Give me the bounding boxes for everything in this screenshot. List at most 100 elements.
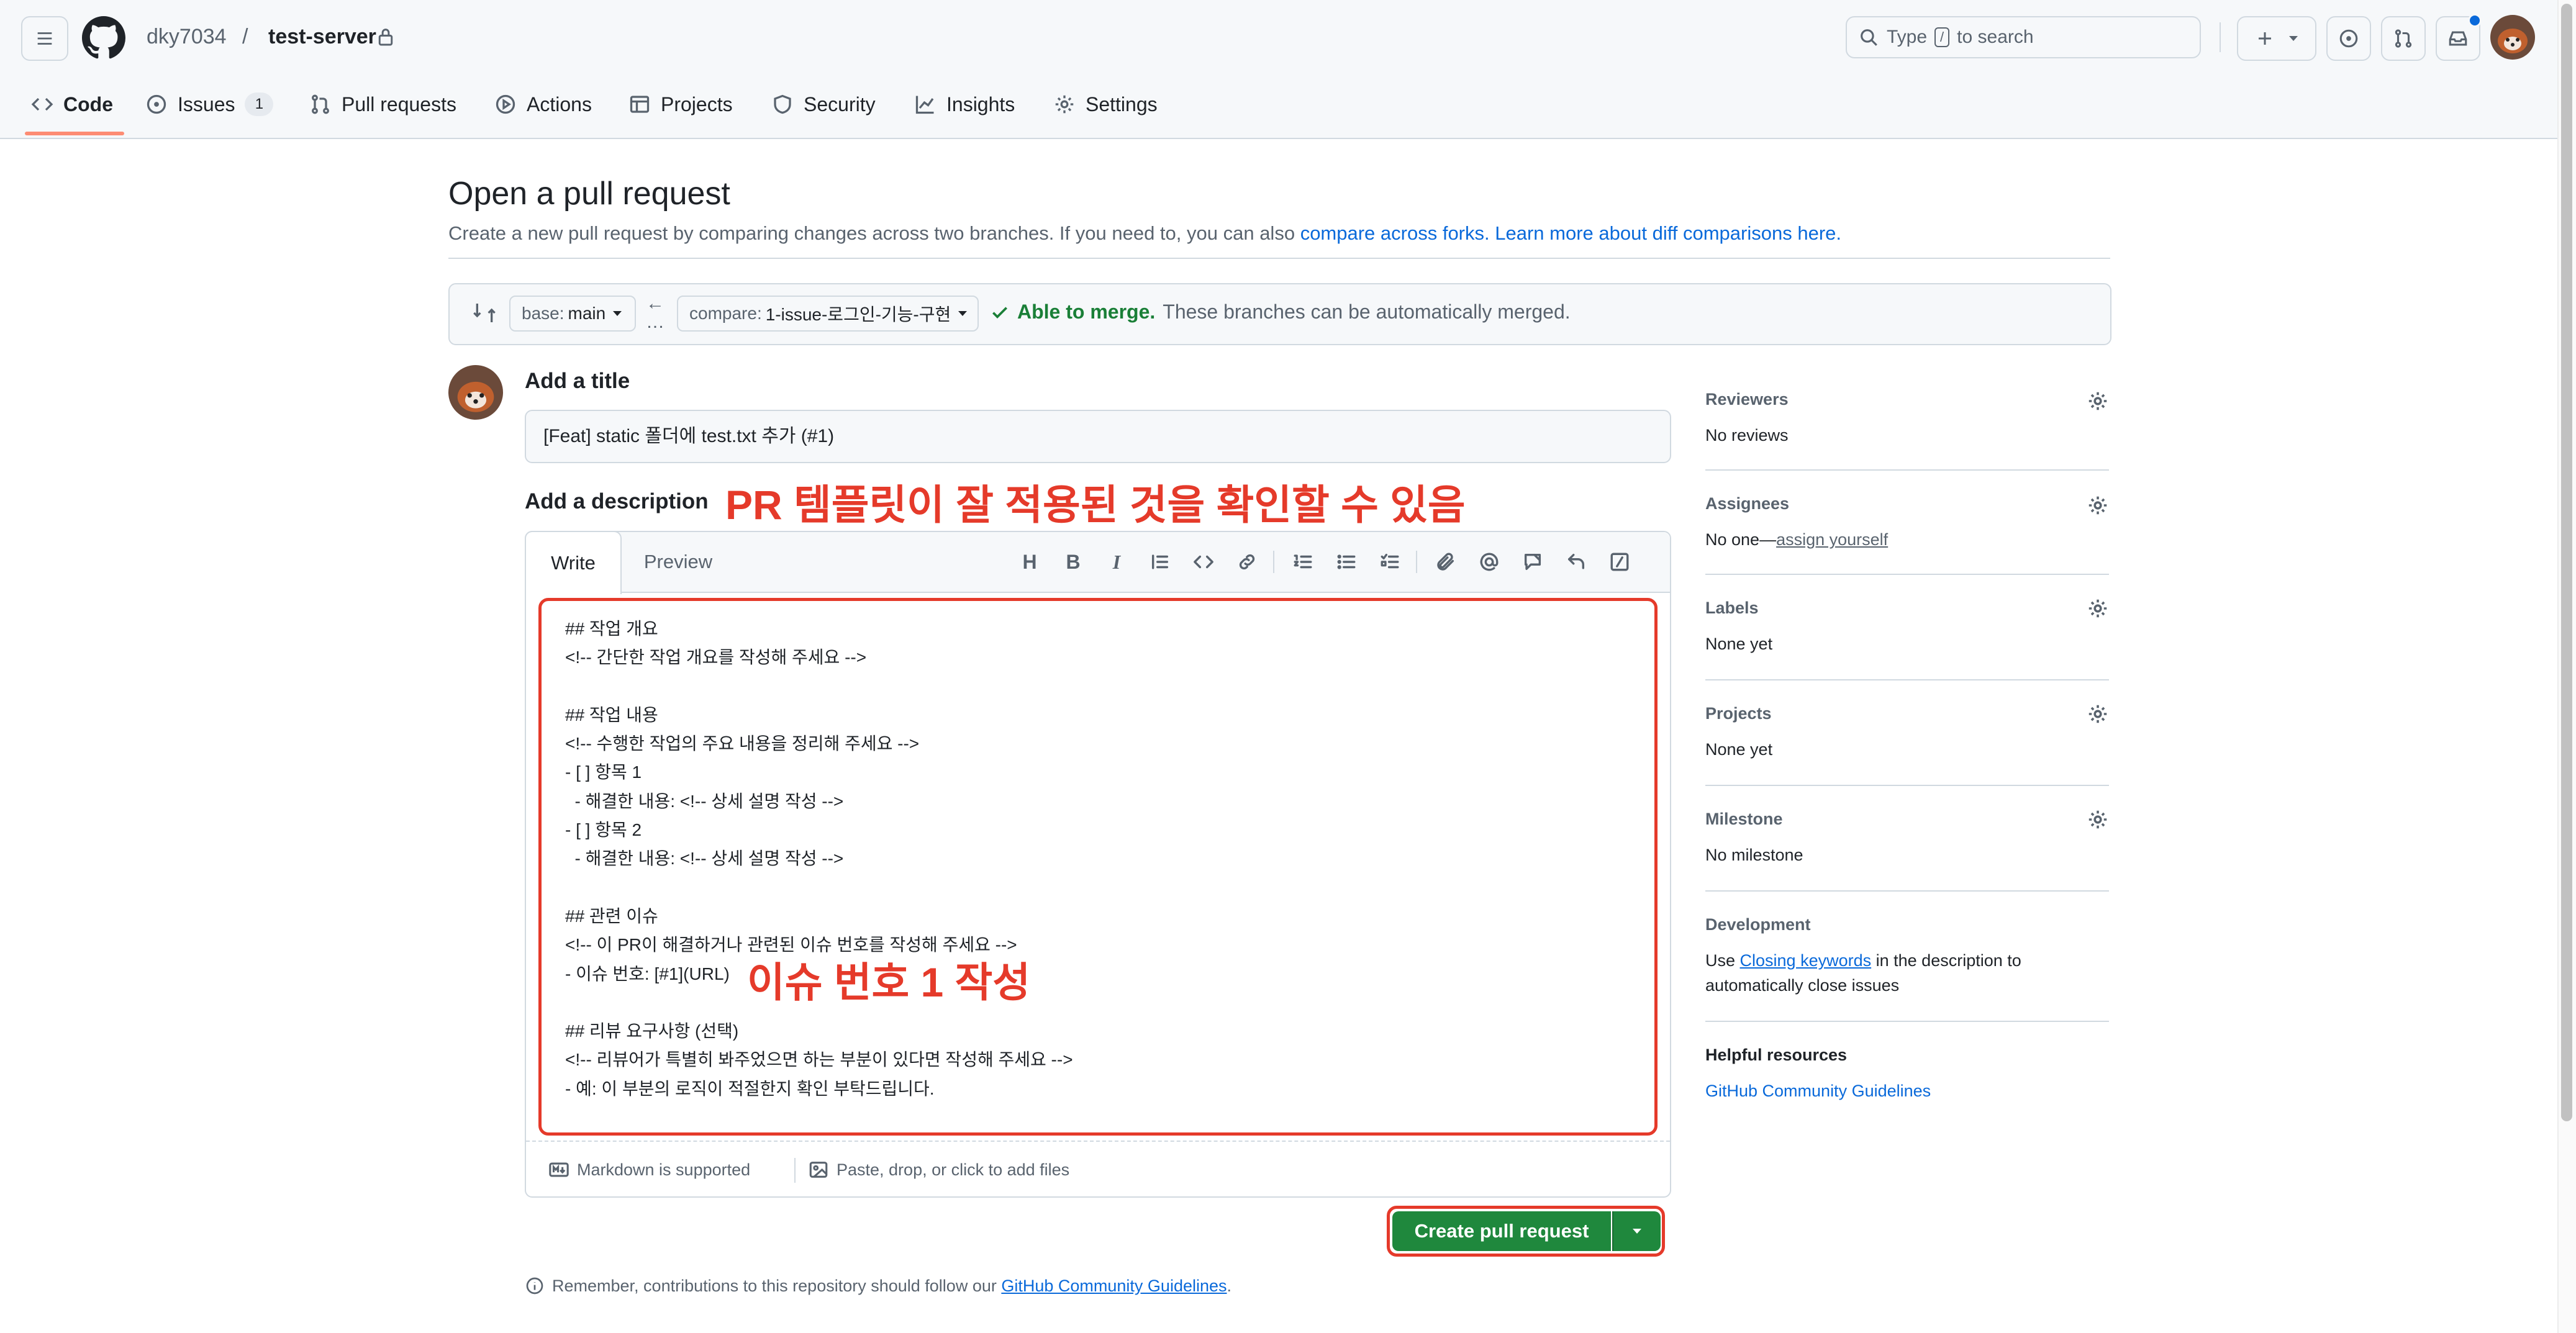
table-icon (630, 96, 650, 113)
pull-request-icon (2395, 29, 2412, 48)
attach-files-area[interactable]: Paste, drop, or click to add files (808, 1159, 1069, 1180)
tab-preview[interactable]: Preview (619, 532, 737, 592)
search-input[interactable]: Type / to search (1846, 16, 2201, 58)
create-new-button[interactable] (2237, 16, 2316, 61)
issues-button[interactable] (2326, 16, 2371, 61)
assignees-heading[interactable]: Assignees (1705, 494, 1789, 513)
issue-icon (147, 94, 166, 114)
user-avatar[interactable] (2490, 15, 2535, 60)
create-pull-request-button[interactable]: Create pull request (1392, 1211, 1611, 1251)
tab-settings[interactable]: Settings (1053, 87, 1158, 122)
reference-button[interactable] (1520, 549, 1545, 574)
code-button[interactable] (1191, 549, 1216, 574)
check-icon (992, 306, 1007, 319)
breadcrumb-separator: / (242, 25, 248, 48)
assignees-gear-button[interactable] (2087, 494, 2109, 517)
reviewers-gear-button[interactable] (2087, 390, 2109, 412)
play-icon (496, 94, 515, 114)
sidebar-divider (1705, 574, 2109, 575)
search-suffix: to search (1957, 27, 2034, 47)
compare-branch-select[interactable]: compare: 1-issue-로그인-기능-구현 (677, 296, 979, 332)
tab-insights[interactable]: Insights (914, 87, 1015, 122)
reminder-suffix: . (1227, 1276, 1232, 1295)
active-tab-underline (25, 132, 124, 135)
projects-value: None yet (1705, 740, 1773, 759)
labels-gear-button[interactable] (2087, 597, 2109, 620)
quote-button[interactable] (1148, 549, 1172, 574)
base-prefix: base: (522, 304, 565, 323)
tab-insights-label: Insights (946, 93, 1015, 115)
chevron-down-icon (613, 311, 622, 316)
compare-bar: base: main ←… compare: 1-issue-로그인-기능-구현… (448, 283, 2111, 345)
assign-yourself-link[interactable]: assign yourself (1776, 530, 1888, 549)
tab-issues[interactable]: Issues 1 (145, 87, 274, 122)
code-icon (31, 97, 53, 111)
tab-projects[interactable]: Projects (628, 87, 733, 122)
sidebar-divider (1705, 679, 2109, 680)
create-pr-dropdown-button[interactable] (1612, 1211, 1661, 1251)
task-list-icon (1381, 553, 1399, 569)
task-list-button[interactable] (1377, 549, 1402, 574)
global-header: dky7034 / test-server Type / to search C… (0, 0, 2576, 139)
tab-actions[interactable]: Actions (494, 87, 592, 122)
milestone-gear-button[interactable] (2087, 808, 2109, 831)
milestone-heading[interactable]: Milestone (1705, 810, 1783, 829)
projects-heading[interactable]: Projects (1705, 704, 1772, 723)
chevron-down-icon (2289, 36, 2298, 41)
reviewers-heading[interactable]: Reviewers (1705, 390, 1789, 409)
breadcrumb-repo[interactable]: test-server (268, 25, 376, 49)
bold-icon: B (1066, 550, 1081, 573)
link-button[interactable] (1235, 549, 1259, 574)
heading-button[interactable]: H (1017, 549, 1042, 574)
unordered-list-button[interactable] (1334, 549, 1359, 574)
italic-icon: I (1112, 550, 1121, 573)
labels-value: None yet (1705, 635, 1773, 653)
markdown-note[interactable]: Markdown is supported (548, 1159, 750, 1180)
assignees-none: No one— (1705, 530, 1777, 549)
learn-more-link[interactable]: Learn more about diff comparisons here. (1495, 222, 1841, 244)
tab-code[interactable]: Code (31, 87, 113, 122)
community-guidelines-link[interactable]: GitHub Community Guidelines (1001, 1277, 1227, 1295)
chevron-down-icon (1633, 1229, 1641, 1234)
description-editor: Write Preview H B I ## 작업 개요 <!-- 간단한 작업… (525, 531, 1671, 1198)
page-title: Open a pull request (448, 176, 730, 212)
milestone-value: No milestone (1705, 846, 1803, 864)
link-icon (1239, 554, 1255, 570)
issue-icon (2339, 29, 2358, 48)
closing-keywords-link[interactable]: Closing keywords (1740, 951, 1872, 970)
tab-pull-requests[interactable]: Pull requests (309, 87, 456, 122)
issues-count-badge: 1 (245, 93, 274, 116)
breadcrumb-owner[interactable]: dky7034 (147, 25, 227, 49)
description-body: ## 작업 개요 <!-- 간단한 작업 개요를 작성해 주세요 --> ## … (565, 619, 1073, 1098)
description-textarea[interactable]: ## 작업 개요 <!-- 간단한 작업 개요를 작성해 주세요 --> ## … (538, 598, 1658, 1136)
compare-across-forks-link[interactable]: compare across forks. (1300, 222, 1490, 244)
github-logo-icon[interactable] (82, 16, 125, 60)
community-guidelines-sidebar-link[interactable]: GitHub Community Guidelines (1705, 1082, 1931, 1101)
base-branch-select[interactable]: base: main (509, 296, 636, 332)
tab-code-label: Code (63, 93, 113, 115)
hamburger-menu-button[interactable] (21, 16, 68, 61)
bold-button[interactable]: B (1061, 549, 1086, 574)
undo-button[interactable] (1564, 549, 1589, 574)
pull-requests-button[interactable] (2381, 16, 2426, 61)
tab-write[interactable]: Write (525, 531, 622, 594)
chevron-down-icon (958, 311, 968, 316)
mention-button[interactable] (1477, 549, 1502, 574)
base-value: main (568, 304, 606, 323)
italic-button[interactable]: I (1104, 549, 1129, 574)
ordered-list-icon (1294, 554, 1312, 569)
labels-heading[interactable]: Labels (1705, 599, 1759, 618)
scrollbar-thumb[interactable] (2561, 4, 2572, 1121)
ordered-list-button[interactable] (1290, 549, 1315, 574)
pull-request-icon (312, 94, 329, 114)
title-label: Add a title (525, 369, 630, 393)
tab-security[interactable]: Security (771, 87, 876, 122)
attach-files-label: Paste, drop, or click to add files (837, 1160, 1070, 1179)
toolbar-divider (1273, 551, 1274, 573)
slash-command-button[interactable] (1607, 549, 1632, 574)
notification-dot (2468, 14, 2482, 27)
title-input[interactable]: [Feat] static 폴더에 test.txt 추가 (#1) (525, 410, 1671, 463)
projects-gear-button[interactable] (2087, 703, 2109, 725)
development-heading: Development (1705, 915, 1811, 934)
attach-button[interactable] (1433, 549, 1458, 574)
